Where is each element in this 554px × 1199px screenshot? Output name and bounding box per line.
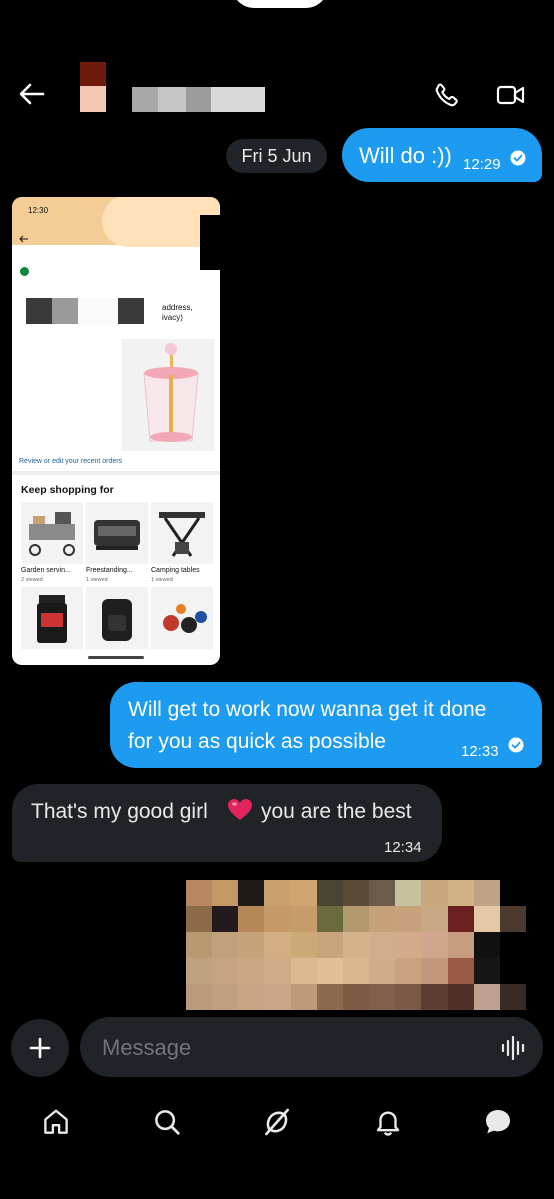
message-text: That's my good girl: [31, 800, 208, 823]
call-button[interactable]: [430, 78, 464, 112]
nav-home[interactable]: [36, 1102, 76, 1142]
tile-sub: 2 viewed: [21, 577, 43, 583]
arrow-left-icon: [19, 83, 45, 105]
redacted-content: [26, 298, 144, 324]
product-tile[interactable]: [86, 502, 148, 564]
tumbler-icon: [143, 343, 199, 442]
message-text-line: Will get to work now wanna get it done: [128, 698, 487, 721]
video-camera-icon: [496, 85, 525, 105]
contact-name-redacted[interactable]: [132, 87, 265, 112]
red-heart-emoji-icon: [228, 799, 252, 820]
tile-label: Camping tables: [151, 567, 200, 574]
nav-notifications[interactable]: [368, 1102, 408, 1142]
grill-icon: [94, 520, 140, 550]
date-separator: Fri 5 Jun: [226, 139, 327, 173]
messages-icon: [486, 1110, 510, 1134]
phone-icon: [435, 83, 458, 107]
product-image[interactable]: [122, 339, 214, 451]
product-tile[interactable]: [21, 587, 83, 649]
keep-shopping-heading: Keep shopping for: [21, 484, 114, 496]
product-tile[interactable]: [86, 587, 148, 649]
message-time: 12:33: [461, 743, 499, 760]
screenshot-status-time: 12:30: [28, 206, 49, 215]
voice-wave-icon[interactable]: [500, 1035, 528, 1061]
tile-sub: 1 viewed: [86, 577, 108, 583]
home-indicator: [88, 656, 144, 659]
message-bubble-incoming[interactable]: That's my good girl you are the best 12:…: [12, 784, 442, 862]
nav-search[interactable]: [147, 1102, 187, 1142]
bell-icon: [376, 1111, 400, 1136]
read-receipt-icon: [508, 737, 524, 753]
tile-label: Freestanding...: [86, 567, 133, 574]
read-receipt-icon: [510, 150, 526, 166]
avatar[interactable]: [80, 62, 106, 112]
arrow-left-icon: [19, 235, 28, 243]
search-icon: [155, 1110, 180, 1135]
message-text-line: for you as quick as possible: [128, 730, 386, 753]
back-button[interactable]: [14, 76, 50, 112]
message-time: 12:29: [463, 156, 501, 173]
message-placeholder: Message: [102, 1035, 192, 1060]
camping-table-icon: [159, 512, 205, 557]
address-text: address, ivacy): [162, 303, 193, 322]
home-icon: [44, 1109, 68, 1134]
video-call-button[interactable]: [494, 78, 528, 112]
tile-sub: 1 viewed: [151, 577, 173, 583]
grok-icon: [265, 1108, 289, 1136]
message-bubble-outgoing[interactable]: Will do :)) 12:29: [342, 128, 542, 182]
nav-grok[interactable]: [257, 1102, 297, 1142]
product-tile[interactable]: [21, 502, 83, 564]
tile-label: Garden servin...: [21, 567, 71, 574]
review-orders-link[interactable]: Review or edit your recent orders: [19, 458, 122, 465]
message-time: 12:34: [384, 839, 422, 856]
supplement-jar-icon: [37, 595, 67, 643]
product-tile[interactable]: [151, 587, 213, 649]
message-text: you are the best: [261, 800, 412, 823]
image-attachment-redacted[interactable]: [186, 880, 526, 1010]
message-input[interactable]: Message: [80, 1017, 543, 1077]
check-icon: [20, 267, 29, 276]
image-attachment[interactable]: 12:30 address, ivacy) Review or edit you…: [12, 197, 220, 665]
backpack-icon: [102, 599, 132, 641]
caps-icon: [163, 604, 207, 633]
plus-icon: [29, 1037, 51, 1059]
status-bar-notch: [232, 0, 328, 8]
message-bubble-outgoing[interactable]: Will get to work now wanna get it done f…: [110, 682, 542, 768]
product-tile[interactable]: [151, 502, 213, 564]
nav-messages[interactable]: [478, 1102, 518, 1142]
message-text: Will do :)): [359, 143, 452, 168]
garden-cart-icon: [29, 512, 75, 556]
add-attachment-button[interactable]: [11, 1019, 69, 1077]
